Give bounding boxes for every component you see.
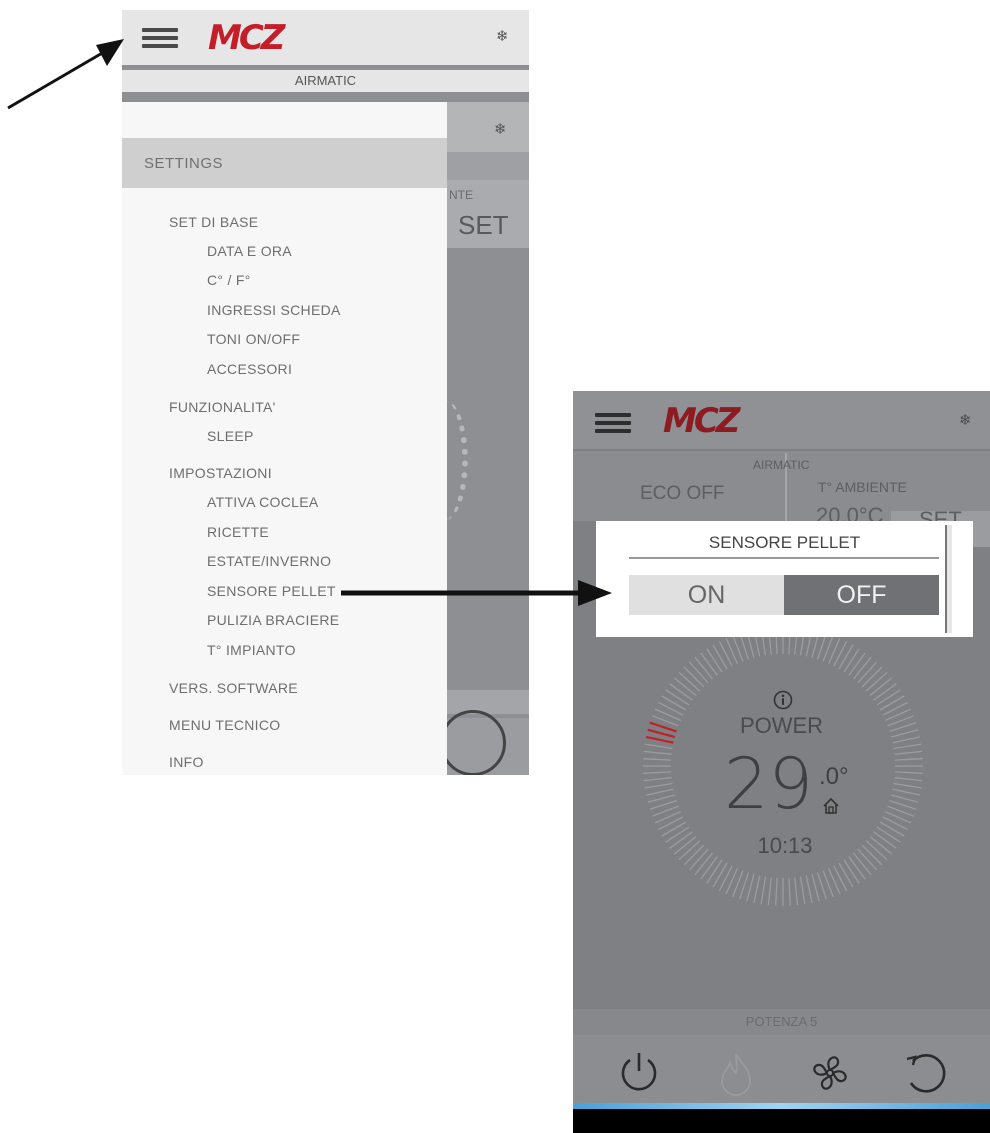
- arrow-to-menu-icon: [7, 39, 124, 110]
- arrow-to-popup: [341, 580, 612, 606]
- annotation-arrows: [7, 39, 612, 606]
